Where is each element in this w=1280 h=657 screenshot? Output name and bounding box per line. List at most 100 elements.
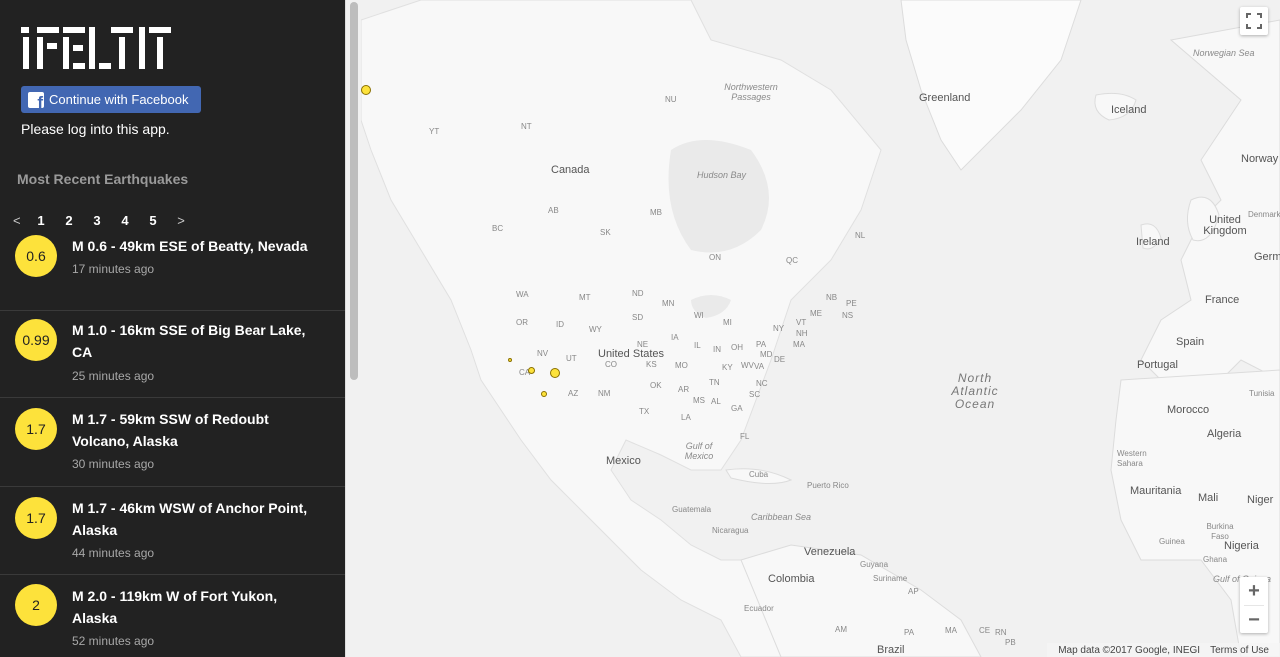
earthquake-marker[interactable] [550,368,560,378]
map-label: Denmark [1248,210,1280,219]
page-1-link[interactable]: 1 [27,213,55,228]
map-label: NH [796,329,808,338]
magnitude-badge: 0.99 [15,319,57,361]
map-label: Guatemala [672,505,712,514]
map-label: Suriname [873,574,908,583]
earthquake-item[interactable]: 1.7 M 1.7 - 59km SSW of Redoubt Volcano,… [0,398,345,487]
facebook-login-label: Continue with Facebook [49,92,189,107]
map-label: Ecuador [744,604,774,613]
map-label: AB [548,206,559,215]
map-label: MA [793,340,805,349]
map-label: RN [995,628,1007,637]
map-label: AZ [568,389,579,398]
map-label: Norwegian Sea [1193,48,1255,58]
map-label: Mexico [606,455,641,467]
map-label: TX [639,407,650,416]
map-attribution: Map data ©2017 Google, INEGI Terms of Us… [1047,643,1280,657]
earthquake-item[interactable]: 2 M 2.0 - 119km W of Fort Yukon, Alaska … [0,575,345,657]
map-label: ND [632,289,644,298]
map-label: IA [671,333,679,342]
earthquake-time: 25 minutes ago [72,369,155,383]
zoom-in-button[interactable]: + [1240,577,1268,605]
map-label: Gulf of Mexico [684,441,714,461]
earthquake-time: 30 minutes ago [72,457,155,471]
pagination: < 1 2 3 4 5 > [13,211,195,229]
earthquake-time: 44 minutes ago [72,546,155,560]
map-label: France [1205,294,1240,306]
map-label: Iceland [1111,104,1147,116]
sidebar-scrollbar[interactable] [345,0,361,657]
map-label: WY [589,325,602,334]
app-logo[interactable] [21,25,171,71]
map-label: ON [709,253,721,262]
map-label: KS [646,360,657,369]
map-land-layer [361,0,1280,657]
map-label: CO [605,360,617,369]
map-label: NM [598,389,611,398]
map-label: Nicaragua [712,526,749,535]
page-2-link[interactable]: 2 [55,213,83,228]
map-label: AL [711,397,721,406]
earthquake-title: M 2.0 - 119km W of Fort Yukon, Alaska [72,588,278,626]
map-label: MN [662,299,675,308]
map-label: NL [855,231,866,240]
earthquake-time: 52 minutes ago [72,634,155,648]
map-label: Caribbean Sea [751,512,812,522]
next-page-button[interactable]: > [167,213,195,228]
map-label: SC [749,390,761,399]
map-label: DE [774,355,786,364]
map-label: ME [810,309,822,318]
zoom-out-button[interactable]: − [1240,606,1268,634]
map-label: WI [694,311,704,320]
facebook-login-button[interactable]: f Continue with Facebook [21,86,201,113]
map-label: Hudson Bay [697,170,747,180]
map-label: Northwestern Passages [724,82,778,102]
i-felt-it-logo [21,27,171,69]
map-label: KY [722,363,733,372]
map-label: LA [681,413,691,422]
earthquake-marker[interactable] [508,358,512,362]
map-label: VT [796,318,807,327]
map-label: Burkina Faso [1206,522,1234,541]
earthquake-item[interactable]: 0.6 M 0.6 - 49km ESE of Beatty, Nevada 1… [0,232,345,311]
map-label: NS [842,311,854,320]
map-label: MB [650,208,662,217]
sidebar: f Continue with Facebook Please log into… [0,0,345,657]
map-label: PB [1005,638,1016,647]
map-label: Puerto Rico [807,481,849,490]
magnitude-badge: 1.7 [15,497,57,539]
earthquake-title: M 1.7 - 46km WSW of Anchor Point, Alaska [72,500,308,538]
login-note: Please log into this app. [21,121,170,137]
map-label: MS [693,396,705,405]
earthquake-time: 17 minutes ago [72,262,155,276]
map-label: Mali [1198,492,1219,504]
earthquake-marker[interactable] [528,367,535,374]
map-label: SD [632,313,644,322]
map-label: Niger [1247,494,1274,506]
page-5-link[interactable]: 5 [139,213,167,228]
map-data-credit: Map data ©2017 Google, INEGI [1058,644,1201,656]
earthquake-marker[interactable] [361,85,371,95]
map-label: NE [637,340,649,349]
map-label: GA [731,404,743,413]
map[interactable]: Canada United States Mexico Greenland Ic… [361,0,1280,657]
earthquake-title: M 1.0 - 16km SSE of Big Bear Lake, CA [72,322,306,360]
page-3-link[interactable]: 3 [83,213,111,228]
terms-of-use-link[interactable]: Terms of Use [1210,645,1269,656]
fullscreen-button[interactable] [1240,7,1268,35]
earthquake-item[interactable]: 0.99 M 1.0 - 16km SSE of Big Bear Lake, … [0,311,345,398]
earthquake-marker[interactable] [541,391,547,397]
earthquake-item[interactable]: 1.7 M 1.7 - 46km WSW of Anchor Point, Al… [0,487,345,575]
map-label: OR [516,318,528,327]
map-label: AR [678,385,690,394]
scrollbar-thumb[interactable] [350,2,358,380]
map-label: UT [566,354,577,363]
map-label: NB [826,293,838,302]
fullscreen-icon [1246,13,1262,29]
map-label: WA [516,290,529,299]
map-label: NT [521,122,532,131]
prev-page-button[interactable]: < [13,213,27,228]
page-4-link[interactable]: 4 [111,213,139,228]
recent-earthquakes-heading: Most Recent Earthquakes [17,171,189,187]
map-label: Algeria [1207,428,1242,440]
